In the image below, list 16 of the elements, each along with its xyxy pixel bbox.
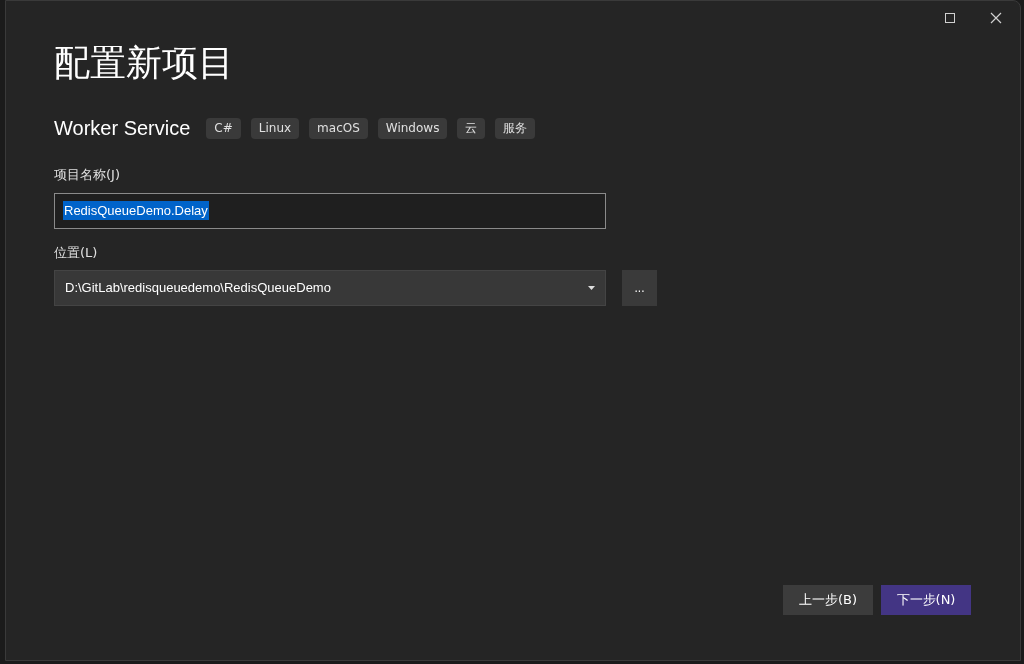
field-label: 项目名称(J): [54, 166, 120, 184]
dialog-title: 配置新项目: [54, 41, 234, 85]
location-dropdown[interactable]: D:\GitLab\redisqueuedemo\RedisQueueDemo: [54, 270, 606, 306]
tag: Windows: [377, 117, 448, 139]
input-field[interactable]: RedisQueueDemo.Delay: [54, 192, 606, 229]
tag: 服务: [495, 117, 536, 139]
template-name: Worker Service: [54, 116, 191, 141]
field-label: 位置(L): [54, 243, 98, 262]
back-button[interactable]: 上一步(B): [783, 585, 873, 615]
tag: macOS: [309, 117, 368, 139]
tag: C#: [206, 117, 241, 139]
tag: Linux: [250, 117, 300, 139]
next-button[interactable]: 下一步(N): [881, 585, 971, 615]
caret-icon: [588, 286, 595, 290]
browse-button[interactable]: ...: [622, 270, 657, 306]
tag: 云: [457, 117, 486, 139]
